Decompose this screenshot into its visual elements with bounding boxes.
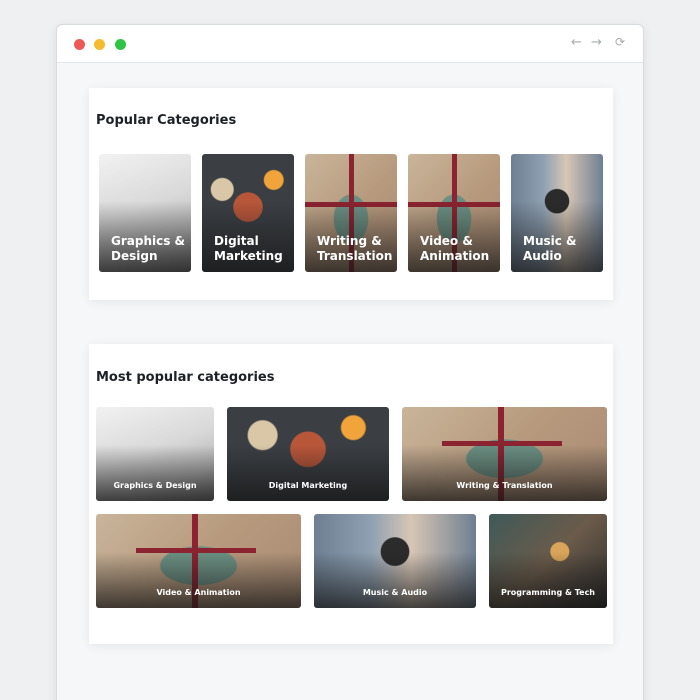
category-tile-graphics-design[interactable]: Graphics & Design [96, 407, 214, 501]
category-label: Graphics & Design [113, 481, 197, 490]
category-tile-graphics-design[interactable]: Graphics & Design [99, 154, 191, 272]
category-tile-video-animation[interactable]: Video & Animation [408, 154, 500, 272]
maximize-window-button[interactable] [115, 39, 126, 50]
category-label: Video & Animation [420, 234, 490, 263]
browser-titlebar: ← → ⟳ [57, 25, 643, 63]
close-window-button[interactable] [74, 39, 85, 50]
category-label: Digital Marketing [214, 234, 283, 263]
reload-icon[interactable]: ⟳ [615, 35, 625, 49]
category-tile-programming-tech[interactable]: Programming & Tech [489, 514, 607, 608]
category-label: Writing & Translation [317, 234, 393, 263]
category-label: Digital Marketing [268, 481, 348, 490]
category-tile-digital-marketing[interactable]: Digital Marketing [202, 154, 294, 272]
category-label: Writing & Translation [456, 481, 553, 490]
category-tile-writing-translation[interactable]: Writing & Translation [402, 407, 607, 501]
minimize-window-button[interactable] [94, 39, 105, 50]
category-tile-writing-translation[interactable]: Writing & Translation [305, 154, 397, 272]
category-tile-music-audio[interactable]: Music & Audio [314, 514, 476, 608]
category-tile-music-audio[interactable]: Music & Audio [511, 154, 603, 272]
back-arrow-icon[interactable]: ← [571, 35, 582, 50]
category-label: Programming & Tech [500, 588, 595, 597]
popular-categories-section: Popular Categories Graphics & Design Dig… [89, 88, 613, 300]
category-label: Graphics & Design [111, 234, 186, 263]
most-popular-categories-section: Most popular categories Graphics & Desig… [89, 344, 613, 644]
forward-arrow-icon[interactable]: → [591, 35, 602, 50]
category-label: Music & Audio [523, 234, 577, 263]
category-label: Video & Animation [156, 588, 241, 597]
category-label: Music & Audio [362, 588, 428, 597]
category-tile-digital-marketing[interactable]: Digital Marketing [227, 407, 389, 501]
section-title: Most popular categories [96, 370, 275, 385]
category-tile-video-animation[interactable]: Video & Animation [96, 514, 301, 608]
section-title: Popular Categories [96, 113, 237, 128]
